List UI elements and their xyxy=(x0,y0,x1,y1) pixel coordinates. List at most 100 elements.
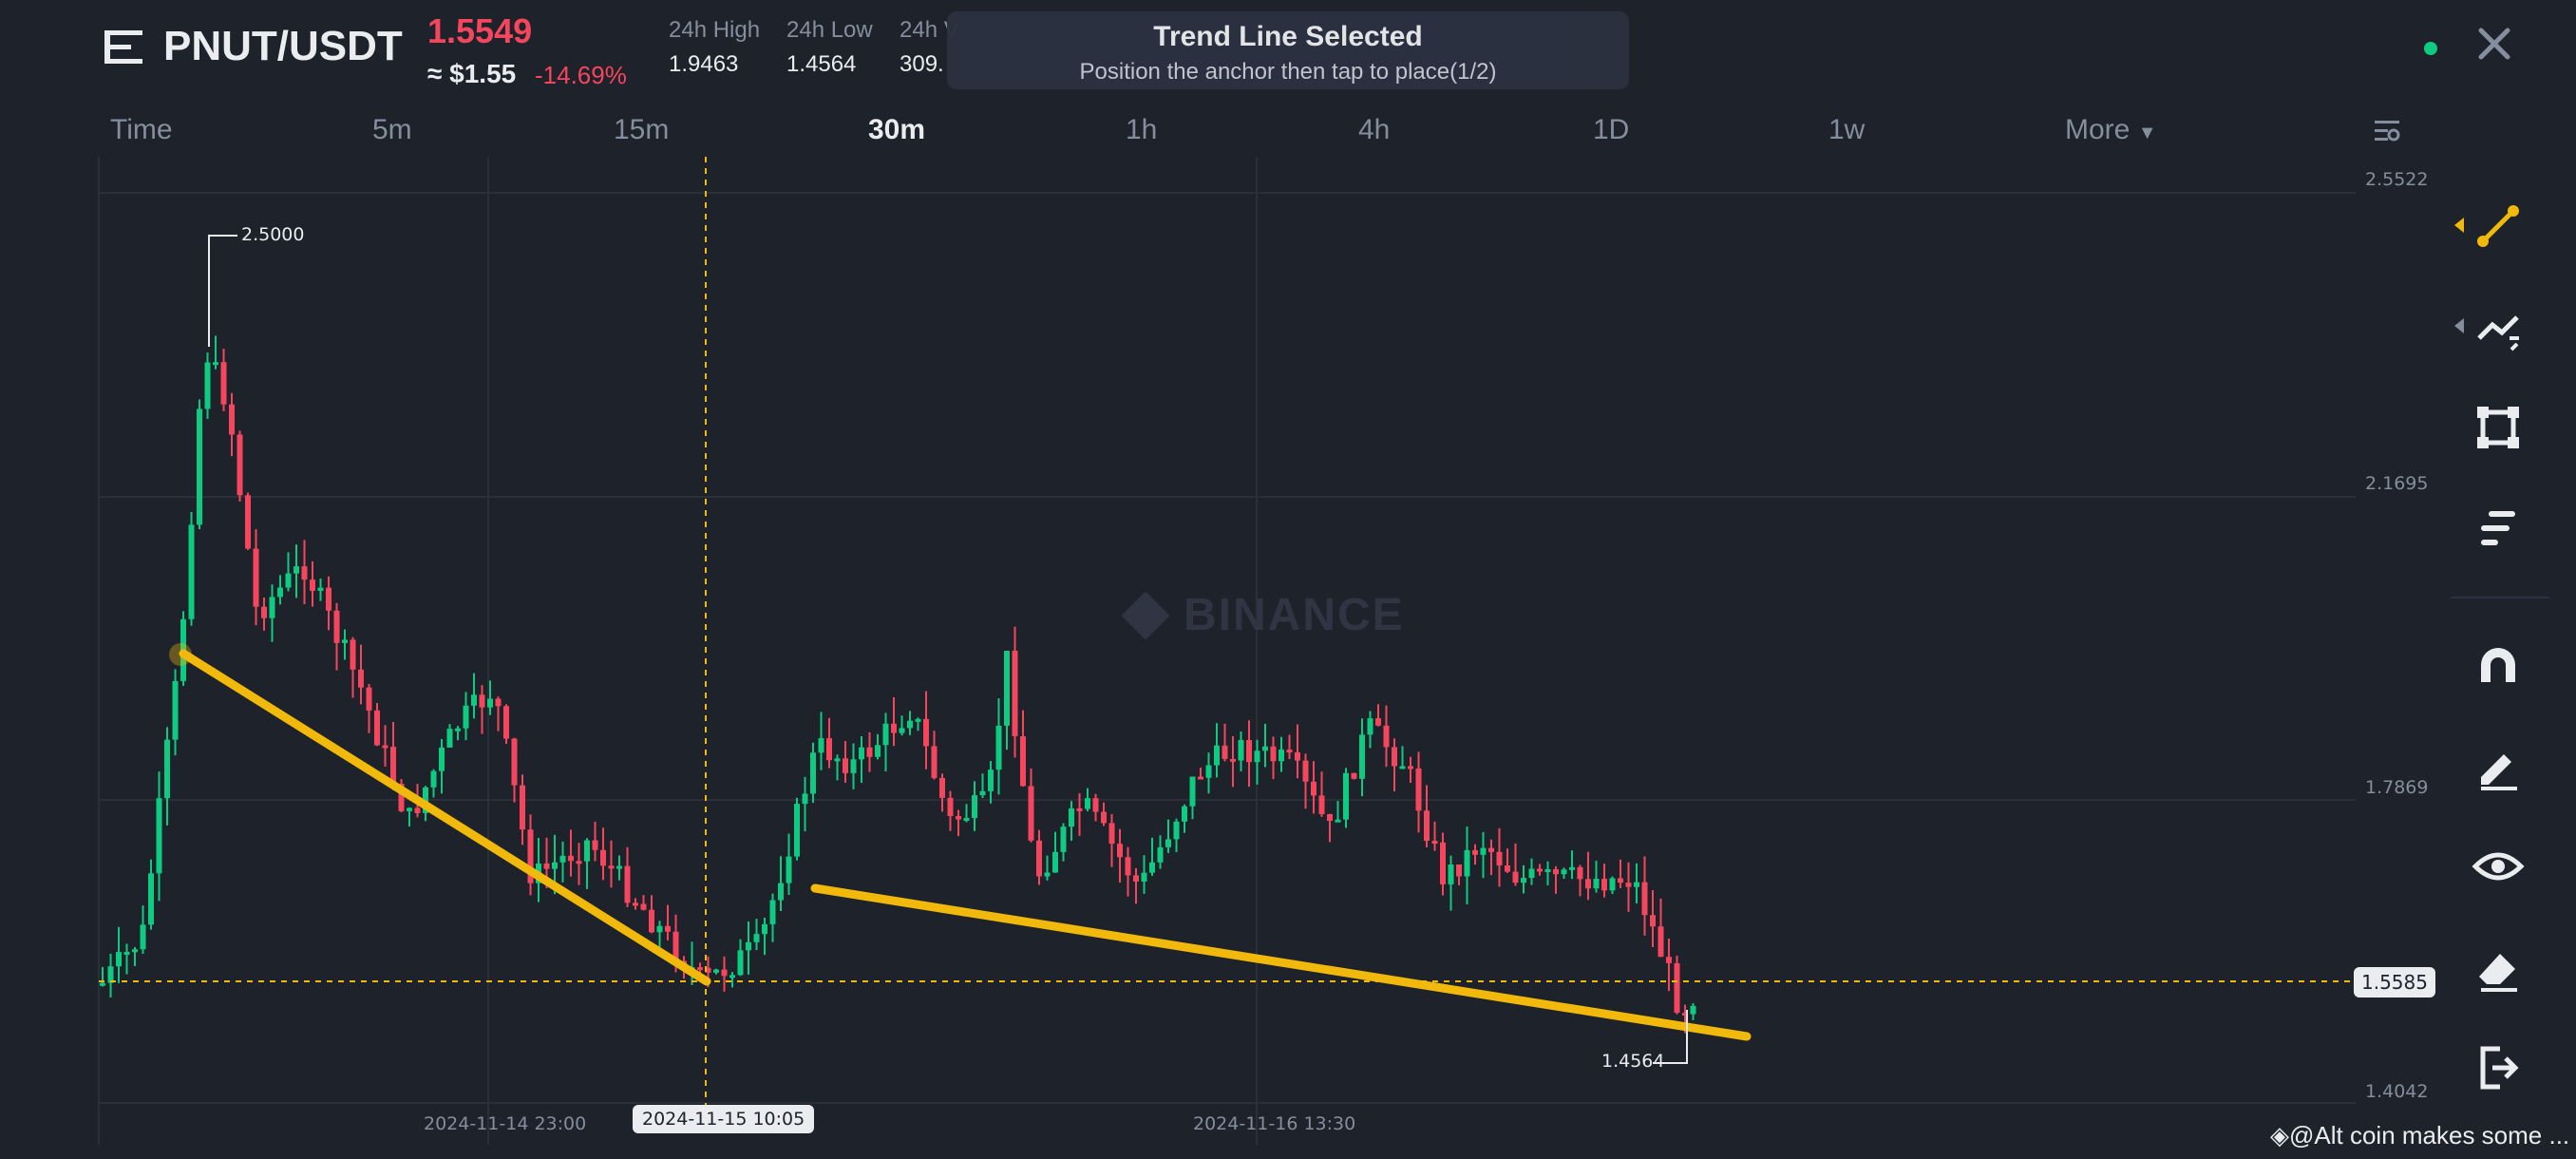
candle-body xyxy=(1198,776,1203,780)
candle-body xyxy=(1052,851,1058,873)
candle-body xyxy=(1367,718,1373,735)
candle-body xyxy=(123,951,130,955)
candle-body xyxy=(1069,808,1074,827)
candle-body xyxy=(762,923,767,935)
candle-body xyxy=(1133,875,1139,882)
candle-body xyxy=(794,804,800,857)
candle-body xyxy=(616,865,622,869)
candle-body xyxy=(649,909,654,933)
candle-body xyxy=(931,746,938,778)
candle-body xyxy=(1690,1005,1696,1015)
tab-1w[interactable]: 1w xyxy=(1828,114,1865,146)
candle-body xyxy=(310,580,315,591)
tab-4h[interactable]: 4h xyxy=(1358,114,1390,146)
candle-body xyxy=(1431,841,1438,845)
close-icon[interactable] xyxy=(2473,23,2515,65)
candle-body xyxy=(850,759,857,773)
candle-body xyxy=(1415,768,1422,811)
tab-30m[interactable]: 30m xyxy=(868,114,925,146)
trend-line-icon[interactable] xyxy=(2472,200,2525,253)
chart-grid xyxy=(98,157,2356,1145)
candle-body xyxy=(1392,747,1397,767)
candle-body xyxy=(1521,878,1526,884)
candle-body xyxy=(1085,798,1090,809)
pair-title[interactable]: PNUT/USDT xyxy=(163,23,403,70)
text-tools-icon[interactable] xyxy=(2472,502,2525,555)
candle-body xyxy=(237,434,243,496)
candle-body xyxy=(520,785,525,830)
candle-body xyxy=(366,687,372,711)
candle-body xyxy=(269,597,275,618)
pencil-icon[interactable] xyxy=(2472,739,2525,792)
chart-settings-icon[interactable] xyxy=(2373,116,2401,144)
candle-body xyxy=(1125,857,1131,876)
tab-time[interactable]: Time xyxy=(110,114,173,146)
candle-body xyxy=(988,770,994,791)
candle-body xyxy=(543,863,550,869)
candle-body xyxy=(471,694,477,706)
candle-body xyxy=(899,728,905,733)
candle-body xyxy=(326,587,331,611)
candle-body xyxy=(559,855,566,863)
candle-body xyxy=(1359,734,1365,779)
stat-low-value: 1.4564 xyxy=(786,51,857,77)
candle-body xyxy=(1327,814,1333,822)
candle-body xyxy=(455,728,461,732)
candle-body xyxy=(1060,826,1067,852)
eye-icon[interactable] xyxy=(2472,840,2525,893)
candle-body xyxy=(1650,915,1656,927)
candle-body xyxy=(503,706,509,739)
menu-icon[interactable] xyxy=(104,28,146,66)
candle-body xyxy=(1488,847,1494,852)
candle-body xyxy=(753,934,760,942)
candle-body xyxy=(1205,765,1212,778)
fib-icon[interactable] xyxy=(2472,300,2525,353)
candle-body xyxy=(390,747,396,785)
candle-body xyxy=(342,639,348,643)
candle-body xyxy=(100,982,105,986)
candle-body xyxy=(382,745,388,749)
candle-body xyxy=(624,865,631,903)
rectangle-icon[interactable] xyxy=(2472,401,2525,454)
eraser-icon[interactable] xyxy=(2472,940,2525,994)
candle-body xyxy=(1295,751,1300,761)
magnet-icon[interactable] xyxy=(2472,638,2525,692)
caret-down-icon: ▼ xyxy=(2137,123,2157,143)
candle-body xyxy=(1657,926,1664,958)
candle-body xyxy=(479,694,485,708)
candle-body xyxy=(1117,844,1123,858)
candles-group xyxy=(100,335,1696,1034)
candle-body xyxy=(229,404,235,435)
y-axis-label: 2.1695 xyxy=(2365,473,2429,494)
candle-body xyxy=(1044,872,1051,877)
trend-lines[interactable] xyxy=(169,643,1752,1041)
candle-body xyxy=(253,548,259,607)
binance-diamond-icon: ◈ xyxy=(2270,1121,2289,1150)
candle-body xyxy=(197,408,202,525)
candle-body xyxy=(746,941,751,951)
toolbar-divider xyxy=(2451,597,2549,598)
candle-body xyxy=(1286,750,1293,753)
toast-subtitle: Position the anchor then tap to place(1/… xyxy=(1079,59,1497,85)
candle-body xyxy=(172,680,179,740)
exit-icon[interactable] xyxy=(2472,1041,2525,1094)
tab-15m[interactable]: 15m xyxy=(614,114,669,146)
candle-body xyxy=(1238,740,1244,761)
expand-left-icon[interactable] xyxy=(2453,317,2466,334)
tab-1h[interactable]: 1h xyxy=(1126,114,1157,146)
candle-body xyxy=(1141,872,1147,882)
expand-left-icon[interactable] xyxy=(2453,217,2466,234)
tab-1d[interactable]: 1D xyxy=(1593,114,1629,146)
candle-body xyxy=(1561,869,1567,875)
candlestick-chart[interactable] xyxy=(0,157,2432,1145)
high-price-label: 2.5000 xyxy=(241,224,305,245)
tab-more[interactable]: More ▼ xyxy=(2065,114,2157,146)
candle-body xyxy=(1553,869,1559,875)
candle-body xyxy=(294,566,299,574)
crosshair-date-tag: 2024-11-15 10:05 xyxy=(633,1105,815,1133)
candle-body xyxy=(1318,795,1325,815)
candle-body xyxy=(915,718,921,722)
stat-high-value: 1.9463 xyxy=(669,51,739,77)
tab-5m[interactable]: 5m xyxy=(372,114,412,146)
candle-body xyxy=(1634,882,1639,887)
